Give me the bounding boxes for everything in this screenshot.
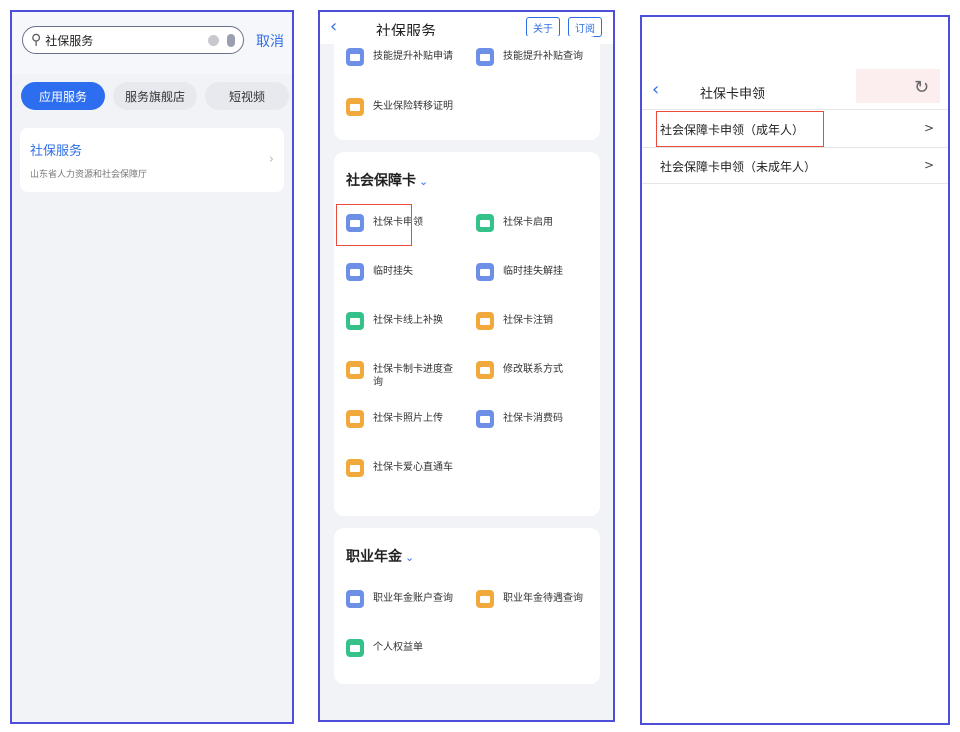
card-icon [476, 214, 494, 232]
wallet-icon [346, 590, 364, 608]
occupational-annuity-section: 职业年金 ⌄ 职业年金账户查询 职业年金待遇查询个人权益单 [334, 528, 600, 684]
card-icon [476, 361, 494, 379]
service-item-label: 临时挂失解挂 [503, 266, 563, 277]
card-icon [476, 263, 494, 281]
highlight-box [656, 111, 824, 147]
microphone-icon[interactable] [227, 33, 235, 47]
chevron-right-icon: > [923, 121, 934, 135]
card-icon [346, 312, 364, 330]
row-minor-application[interactable]: 社会保障卡申领（未成年人） > [660, 158, 934, 175]
card-icon [346, 459, 364, 477]
search-bar-area: ⚲ 取消 [12, 12, 292, 74]
divider [642, 147, 948, 148]
tab-short-video[interactable]: 短视频 [205, 82, 289, 110]
service-item-label: 临时挂失 [373, 266, 413, 277]
service-item[interactable]: 修改联系方式 [476, 361, 563, 379]
subscribe-button[interactable]: 订阅 [568, 17, 602, 37]
card-icon [346, 48, 364, 66]
photo-icon [346, 410, 364, 428]
service-item[interactable]: 社保卡注销 [476, 312, 553, 330]
card-icon [346, 361, 364, 379]
back-icon[interactable]: ‹ [652, 79, 659, 100]
service-item-label: 个人权益单 [373, 642, 423, 653]
service-item[interactable]: 个人权益单 [346, 639, 423, 657]
highlight-box [336, 204, 412, 246]
result-tabs: 应用服务 服务旗舰店 短视频 [21, 82, 289, 110]
service-item[interactable]: 临时挂失 [346, 263, 413, 281]
divider [642, 109, 948, 110]
card-icon [476, 312, 494, 330]
service-item-label: 社保卡启用 [503, 217, 553, 228]
service-item-label: 修改联系方式 [503, 364, 563, 375]
card-application-screen: ‹ 社保卡申领 ↻ 社会保障卡申领（成年人） > 社会保障卡申领（未成年人） > [640, 15, 950, 725]
service-item[interactable]: 社保卡爱心直通车 [346, 459, 453, 477]
result-title: 社保服务 [30, 144, 83, 159]
card-icon [346, 98, 364, 116]
section-title: 职业年金 ⌄ [346, 549, 415, 565]
tab-flagship-store[interactable]: 服务旗舰店 [113, 82, 197, 110]
card-icon [476, 48, 494, 66]
service-item[interactable]: 职业年金账户查询 [346, 590, 453, 608]
printer-icon [346, 639, 364, 657]
page-title: 社保卡申领 [700, 87, 766, 102]
search-box[interactable]: ⚲ [22, 26, 244, 54]
chevron-right-icon: › [268, 152, 274, 167]
search-input[interactable] [45, 33, 208, 47]
search-icon: ⚲ [31, 32, 42, 48]
service-item-unemployment-transfer[interactable]: 失业保险转移证明 [346, 98, 453, 116]
service-item-label: 社保卡线上补换 [373, 315, 443, 326]
service-item[interactable]: 社保卡启用 [476, 214, 553, 232]
service-item-label: 社保卡照片上传 [373, 413, 443, 424]
service-item-label: 职业年金待遇查询 [503, 593, 583, 604]
divider [642, 183, 948, 184]
search-result-item[interactable]: 社保服务 山东省人力资源和社会保障厅 › [20, 128, 284, 192]
service-item-label: 职业年金账户查询 [373, 593, 453, 604]
clear-icon[interactable] [208, 34, 219, 46]
service-item[interactable]: 职业年金待遇查询 [476, 590, 583, 608]
service-item-label: 社保卡制卡进度查询 [373, 364, 453, 388]
cancel-button[interactable]: 取消 [256, 31, 284, 51]
card-icon [346, 263, 364, 281]
social-security-services-screen: ‹ 社保服务 关于 订阅 技能提升补贴申请 技能提升补贴查询 失业保险转移证明 … [318, 10, 615, 722]
qr-icon [476, 410, 494, 428]
tab-app-services[interactable]: 应用服务 [21, 82, 105, 110]
back-icon[interactable]: ‹ [330, 16, 337, 37]
service-item-skill-subsidy-apply[interactable]: 技能提升补贴申请 [346, 48, 453, 66]
services-card-top: 技能提升补贴申请 技能提升补贴查询 失业保险转移证明 [334, 36, 600, 140]
service-item-label: 社保卡注销 [503, 315, 553, 326]
service-item[interactable]: 社保卡消费码 [476, 410, 563, 428]
chevron-right-icon: > [923, 158, 934, 172]
service-item[interactable]: 社保卡照片上传 [346, 410, 443, 428]
service-item[interactable]: 临时挂失解挂 [476, 263, 563, 281]
refresh-icon[interactable]: ↻ [914, 77, 929, 98]
document-icon [476, 590, 494, 608]
search-screen: ⚲ 取消 应用服务 服务旗舰店 短视频 社保服务 山东省人力资源和社会保障厅 › [10, 10, 294, 724]
service-item-skill-subsidy-query[interactable]: 技能提升补贴查询 [476, 48, 583, 66]
service-item-label: 社保卡爱心直通车 [373, 462, 453, 473]
service-item[interactable]: 社保卡制卡进度查询 [346, 361, 457, 389]
service-item[interactable]: 社保卡线上补换 [346, 312, 443, 330]
result-subtitle: 山东省人力资源和社会保障厅 [30, 170, 148, 180]
about-button[interactable]: 关于 [526, 17, 560, 37]
section-title: 社会保障卡 ⌄ [346, 173, 429, 189]
service-item-label: 社保卡消费码 [503, 413, 563, 424]
